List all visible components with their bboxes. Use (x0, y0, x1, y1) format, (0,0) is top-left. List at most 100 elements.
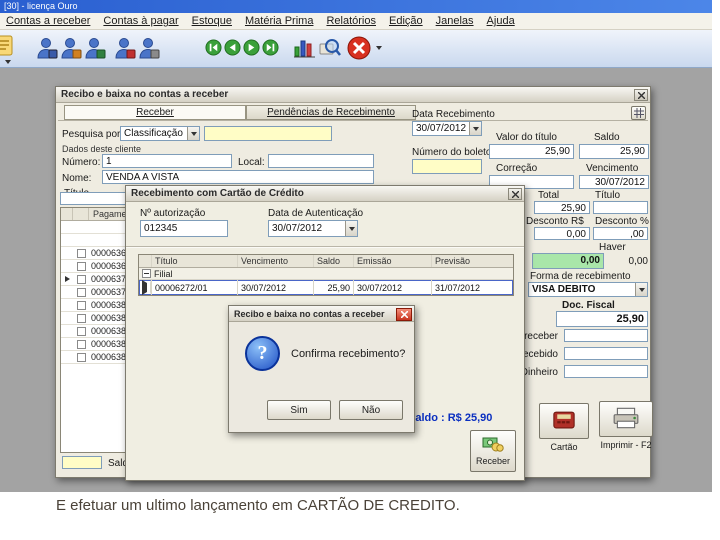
card-icon (552, 411, 576, 431)
confirm-dialog-titlebar[interactable]: Recibo e baixa no contas a receber (229, 306, 414, 322)
report-chart-icon[interactable] (292, 36, 316, 60)
desconto-pct-label: Desconto % (595, 216, 649, 227)
a-receber-field[interactable] (564, 329, 648, 342)
nav-prev-icon[interactable] (224, 39, 241, 56)
checkbox[interactable] (76, 339, 86, 349)
row-pointer-icon (142, 280, 151, 295)
menu-contas-a-receber[interactable]: Contas a receber (6, 15, 90, 27)
collapse-icon[interactable] (142, 269, 151, 278)
close-icon[interactable] (508, 188, 522, 200)
search-mode-select[interactable]: Classificação (120, 126, 200, 141)
user-remove-icon[interactable] (114, 36, 136, 60)
desconto-pct-field[interactable]: ,00 (593, 227, 648, 240)
desconto-rs-field[interactable]: 0,00 (534, 227, 590, 240)
caption-text: E efetuar um ultimo lançamento em CARTÃO… (56, 497, 460, 514)
new-document-icon[interactable] (0, 35, 17, 57)
doc-fiscal-label: Doc. Fiscal (562, 300, 615, 311)
saldo-field[interactable]: 25,90 (579, 144, 649, 159)
user-edit-icon[interactable] (84, 36, 106, 60)
search-icon[interactable] (318, 36, 342, 60)
saldo-label: Saldo (594, 132, 620, 143)
menu-bar: Contas a receber Contas à pagar Estoque … (0, 13, 712, 30)
card-dialog-titlebar[interactable]: Recebimento com Cartão de Crédito (126, 186, 524, 202)
cell-saldo: 25,90 (314, 280, 354, 295)
sim-button-label: Sim (290, 404, 308, 416)
user-lock-icon[interactable] (138, 36, 160, 60)
user-add-icon[interactable] (60, 36, 82, 60)
nav-first-icon[interactable] (205, 39, 222, 56)
receipt-dialog-titlebar[interactable]: Recibo e baixa no contas a receber (56, 87, 650, 103)
doc-fiscal-field[interactable]: 25,90 (556, 311, 648, 327)
total-field[interactable]: 25,90 (534, 201, 590, 214)
checkbox[interactable] (76, 313, 86, 323)
forma-recebimento-select[interactable]: VISA DEBITO (528, 282, 648, 297)
forma-recebimento-label: Forma de recebimento (530, 271, 631, 282)
chevron-down-icon[interactable] (187, 127, 199, 140)
chevron-down-icon[interactable] (345, 221, 357, 236)
checkbox[interactable] (76, 274, 86, 284)
autorizacao-label: Nº autorização (140, 208, 206, 219)
search-mode-value: Classificação (124, 128, 183, 139)
menu-edicao[interactable]: Edição (389, 15, 423, 27)
imprimir-button[interactable] (599, 401, 653, 437)
grid-settings-icon[interactable] (631, 106, 646, 120)
dropdown-arrow-icon[interactable] (376, 46, 382, 50)
nao-button[interactable]: Não (339, 400, 403, 420)
vencimento-label: Vencimento (586, 163, 639, 174)
vencimento-field[interactable]: 30/07/2012 (579, 175, 649, 189)
nome-label: Nome: (62, 173, 92, 184)
checkbox[interactable] (76, 248, 86, 258)
total-label: Total (538, 190, 560, 201)
chevron-down-icon[interactable] (635, 283, 647, 296)
data-recebimento-value: 30/07/2012 (416, 123, 467, 134)
search-by-label: Pesquisa por: (62, 129, 124, 140)
checkbox[interactable] (76, 261, 86, 271)
titulo-right-field[interactable] (593, 201, 648, 214)
nome-input[interactable]: VENDA A VISTA (102, 170, 374, 184)
receber-button[interactable]: Receber (470, 430, 516, 472)
checkbox[interactable] (76, 352, 86, 362)
cancel-icon[interactable] (346, 35, 372, 61)
local-input[interactable] (268, 154, 374, 168)
valor-titulo-field[interactable]: 25,90 (489, 144, 574, 159)
question-icon: ? (245, 336, 280, 371)
menu-ajuda[interactable]: Ajuda (487, 15, 515, 27)
saldo-bottom-input[interactable] (62, 456, 102, 469)
autorizacao-input[interactable]: 012345 (140, 220, 228, 237)
dinheiro-field[interactable] (564, 365, 648, 378)
user-save-icon[interactable] (36, 36, 58, 60)
tab-pendencias[interactable]: Pendências de Recebimento (246, 105, 416, 120)
close-icon[interactable] (396, 308, 412, 321)
menu-contas-a-pagar[interactable]: Contas à pagar (103, 15, 178, 27)
numero-input[interactable]: 1 (102, 154, 232, 168)
close-icon[interactable] (634, 89, 648, 101)
tab-receber[interactable]: Receber (64, 105, 246, 120)
cell-previsao: 31/07/2012 (435, 282, 481, 293)
menu-janelas[interactable]: Janelas (436, 15, 474, 27)
menu-estoque[interactable]: Estoque (192, 15, 232, 27)
calendar-dropdown-icon[interactable] (469, 122, 481, 135)
dropdown-arrow-icon[interactable] (5, 60, 11, 64)
window-title: [30] - licença Ouro (4, 1, 78, 11)
menu-materia-prima[interactable]: Matéria Prima (245, 15, 313, 27)
cartao-button[interactable] (539, 403, 589, 439)
search-input[interactable] (204, 126, 332, 141)
data-recebimento-label: Data Recebimento (412, 109, 495, 120)
haver-field[interactable]: 0,00 (532, 253, 604, 269)
recebido-field[interactable] (564, 347, 648, 360)
group-label: Filial (154, 268, 173, 279)
row-pointer-icon (64, 276, 70, 282)
card-titles-grid[interactable]: Título Vencimento Saldo Emissão Previsão… (138, 254, 514, 296)
table-row-selected[interactable]: 00006272/01 30/07/2012 25,90 30/07/2012 … (139, 280, 513, 295)
data-recebimento-input[interactable]: 30/07/2012 (412, 121, 482, 136)
nav-last-icon[interactable] (262, 39, 279, 56)
data-autenticacao-select[interactable]: 30/07/2012 (268, 220, 358, 237)
sim-button[interactable]: Sim (267, 400, 331, 420)
nav-next-icon[interactable] (243, 39, 260, 56)
menu-relatorios[interactable]: Relatórios (326, 15, 376, 27)
checkbox[interactable] (76, 300, 86, 310)
checkbox[interactable] (76, 287, 86, 297)
group-row-filial[interactable]: Filial (139, 268, 513, 280)
numero-boleto-input[interactable] (412, 159, 482, 174)
checkbox[interactable] (76, 326, 86, 336)
